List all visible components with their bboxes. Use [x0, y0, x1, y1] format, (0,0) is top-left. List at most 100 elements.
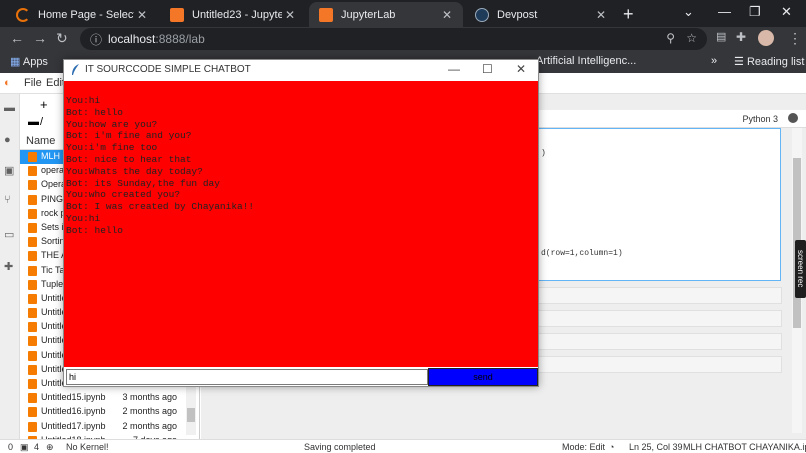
- tab-devpost[interactable]: Devpost ✕: [465, 2, 617, 27]
- devpost-icon: [475, 7, 489, 22]
- new-launcher-icon[interactable]: +: [40, 97, 48, 112]
- forward-icon[interactable]: →: [33, 30, 47, 46]
- chat-message: Bot: nice to hear that: [66, 153, 192, 165]
- notebook-file-icon: [28, 336, 37, 347]
- maximize-icon[interactable]: ☐: [482, 62, 493, 76]
- notebook-file-icon: [28, 322, 37, 333]
- code-cell[interactable]: [538, 287, 782, 304]
- code-cell[interactable]: [538, 310, 782, 327]
- tab-search-icon[interactable]: ⌄: [683, 4, 694, 20]
- zoom-icon[interactable]: ⚲: [666, 31, 675, 45]
- notebook-file-icon: [28, 350, 37, 361]
- close-icon[interactable]: ✕: [134, 8, 150, 22]
- chat-message: You:hi: [66, 95, 101, 106]
- file-name: Untitled17.ipynb: [41, 420, 106, 431]
- git-icon[interactable]: ⑂: [4, 194, 16, 206]
- chat-message: Bot: I was created by Chayanika!!: [66, 201, 255, 213]
- chat-message: Bot: i'm fine and you?: [66, 130, 192, 142]
- reading-list-icon: ☰: [734, 56, 744, 68]
- address-toolbar: ← → ↻ ⓘ localhost:8888/lab ⚲ ☆ ▤ ✚ ⋮: [0, 27, 806, 51]
- minimize-icon[interactable]: —: [448, 62, 460, 76]
- minimize-icon[interactable]: —: [718, 4, 731, 19]
- notebook-file-icon: [28, 364, 37, 375]
- notebook-file-icon: [28, 194, 37, 205]
- chat-message: Bot: hello: [66, 106, 124, 118]
- chat-message: You:i'm fine too: [66, 142, 158, 154]
- extensions-icon[interactable]: ✚: [736, 30, 746, 44]
- notebook-file-icon: [28, 208, 37, 219]
- chat-message: You:hi: [66, 212, 101, 224]
- file-modified: 3 months ago: [122, 392, 177, 403]
- jupyter-notebook-icon: [170, 7, 184, 22]
- code-cell[interactable]: [538, 356, 782, 373]
- chat-message: You:who created you?: [66, 189, 181, 201]
- file-modified: 2 months ago: [122, 420, 177, 431]
- info-icon[interactable]: ⓘ: [90, 31, 102, 48]
- code-cell-active[interactable]: ) d(row=1,column=1): [538, 128, 781, 281]
- notebook-file-icon: [28, 237, 37, 248]
- maximize-icon[interactable]: ❐: [749, 4, 761, 20]
- notebook-file-icon: [28, 421, 37, 432]
- extension-manager-icon[interactable]: ✚: [4, 260, 16, 273]
- trust-icon[interactable]: ◔: [609, 442, 614, 452]
- tab-jupyter-notebook[interactable]: Untitled23 - Jupyter Notel ✕: [160, 2, 306, 27]
- file-row[interactable]: Untitled17.ipynb 2 months ago: [20, 420, 199, 434]
- code-cell[interactable]: [538, 333, 782, 350]
- send-button[interactable]: send: [428, 368, 538, 386]
- terminal-icon: ▣: [20, 442, 29, 452]
- notebook-file-icon: [28, 166, 37, 177]
- reading-list[interactable]: ☰ Reading list: [734, 55, 804, 68]
- apps-grid-icon: ▦: [10, 56, 21, 68]
- close-icon[interactable]: ✕: [593, 8, 609, 22]
- reload-icon[interactable]: ↻: [56, 30, 68, 47]
- kernel-icon: ⊕: [46, 442, 54, 452]
- notebook-file-icon: [28, 393, 37, 404]
- message-input[interactable]: hi: [66, 369, 428, 385]
- media-icon[interactable]: ▤: [716, 30, 726, 43]
- file-name: Untitled16.ipynb: [41, 406, 106, 417]
- notebook-file-icon: [28, 222, 37, 233]
- avatar[interactable]: [758, 30, 774, 46]
- back-icon[interactable]: ←: [10, 30, 24, 46]
- chat-message: You:Whats the day today?: [66, 165, 203, 177]
- jupyterlab-icon: [319, 7, 333, 22]
- notebook-file-icon: [28, 279, 37, 290]
- screenrec-widget[interactable]: screen rec: [795, 240, 806, 298]
- commands-icon[interactable]: ▣: [4, 164, 16, 177]
- menu-file[interactable]: File: [24, 77, 42, 89]
- close-window-icon[interactable]: ✕: [781, 4, 792, 20]
- chatbot-title-bar[interactable]: IT SOURCCODE SIMPLE CHATBOT — ☐ ✕: [64, 60, 538, 81]
- file-name: Untitled15.ipynb: [41, 392, 106, 403]
- chatbot-title: IT SOURCCODE SIMPLE CHATBOT: [85, 64, 251, 75]
- file-modified: 2 months ago: [122, 406, 177, 417]
- folder-icon[interactable]: ▬: [28, 116, 39, 128]
- left-sidebar-rail: ▬ ● ▣ ⑂ ▭ ✚: [0, 94, 20, 439]
- menu-icon[interactable]: ⋮: [788, 30, 802, 47]
- kernel-name[interactable]: Python 3: [742, 114, 778, 124]
- file-row[interactable]: Untitled16.ipynb 2 months ago: [20, 405, 199, 419]
- running-icon[interactable]: ●: [4, 134, 16, 146]
- more-bookmarks-icon[interactable]: »: [711, 55, 717, 67]
- folder-icon[interactable]: ▬: [4, 102, 16, 114]
- jupyter-logo-icon: ◐: [4, 77, 11, 89]
- chat-log[interactable]: You:hi Bot: hello You:how are you? Bot: i'm…: [64, 81, 538, 367]
- url-bar[interactable]: ⓘ localhost:8888/lab ⚲ ☆: [80, 28, 707, 50]
- close-icon[interactable]: ✕: [282, 8, 298, 22]
- tabs-icon[interactable]: ▭: [4, 228, 16, 241]
- apps-bookmark[interactable]: ▦ Apps: [10, 55, 48, 68]
- notebook-file-icon: [28, 379, 37, 389]
- tab-home-page[interactable]: Home Page - Select or cre ✕: [6, 2, 158, 27]
- close-icon[interactable]: ✕: [516, 62, 526, 76]
- new-tab-button[interactable]: +: [623, 4, 634, 25]
- browser-tab-bar: Home Page - Select or cre ✕ Untitled23 -…: [0, 0, 806, 27]
- tab-jupyterlab[interactable]: JupyterLab ✕: [309, 2, 463, 27]
- bookmark-ai[interactable]: Artificial Intelligenc...: [536, 55, 636, 67]
- chat-message: Bot: its Sunday,the fun day: [66, 177, 220, 189]
- file-row[interactable]: Untitled15.ipynb 3 months ago: [20, 391, 199, 405]
- close-icon[interactable]: ✕: [439, 8, 455, 22]
- status-bar: 0 ▣ 4 ⊕ No Kernel! Saving completed Mode…: [0, 439, 806, 453]
- notebook-file-icon: [28, 152, 37, 162]
- feather-icon: [72, 64, 79, 75]
- chat-message: You:how are you?: [66, 118, 158, 130]
- bookmark-star-icon[interactable]: ☆: [686, 31, 697, 45]
